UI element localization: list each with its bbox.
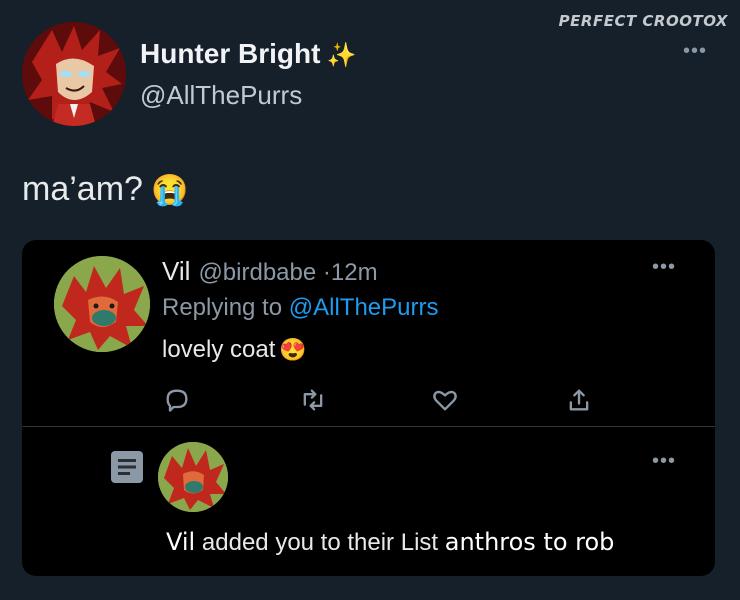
notification-text: Vil added you to their List anthros to r… <box>166 528 614 557</box>
author-display-name[interactable]: Hunter Bright ✨ <box>140 38 356 70</box>
tweet-text: ma’am? 😭 <box>22 170 188 209</box>
reply-header: Vil @birdbabe ·12m <box>162 256 378 287</box>
card-divider <box>22 426 715 427</box>
embedded-screenshot-card: ••• Vil @birdbabe ·12m Replying to @AllTh… <box>22 240 715 576</box>
like-icon[interactable] <box>431 386 459 414</box>
sparkles-icon: ✨ <box>326 42 357 69</box>
list-icon <box>111 451 143 483</box>
notification-list-name[interactable]: anthros to rob <box>445 528 615 556</box>
tweet-text-content: ma’am? <box>22 170 143 208</box>
author-name-text: Hunter Bright <box>140 38 321 69</box>
retweet-icon[interactable] <box>299 386 327 414</box>
notification-middle-text: added you to their List <box>201 529 439 556</box>
reply-icon[interactable] <box>163 386 191 414</box>
replying-to: Replying to @AllThePurrs <box>162 294 438 322</box>
reply-text-content: lovely coat <box>162 336 276 363</box>
tweet-more-icon[interactable]: ••• <box>683 41 707 61</box>
notification-actor[interactable]: Vil <box>166 528 195 556</box>
author-avatar[interactable] <box>22 22 126 126</box>
share-icon[interactable] <box>565 386 593 414</box>
reply-timestamp[interactable]: 12m <box>331 259 378 286</box>
reply-text: lovely coat 😍 <box>162 336 307 364</box>
reply-author-name[interactable]: Vil <box>162 256 190 286</box>
reply-author-handle[interactable]: @birdbabe <box>198 259 316 286</box>
author-handle[interactable]: @AllThePurrs <box>140 80 302 111</box>
notification-avatar[interactable] <box>158 442 228 512</box>
heart-eyes-face-icon: 😍 <box>279 337 307 362</box>
reply-more-icon[interactable]: ••• <box>652 257 676 277</box>
reply-avatar[interactable] <box>54 256 150 352</box>
watermark: PERFECT CROOTOX <box>558 12 728 30</box>
replying-to-mention[interactable]: @AllThePurrs <box>289 294 439 321</box>
notification-more-icon[interactable]: ••• <box>652 451 676 471</box>
replying-to-label: Replying to <box>162 294 283 321</box>
crying-face-icon: 😭 <box>150 174 189 207</box>
reply-separator: · <box>322 259 331 286</box>
